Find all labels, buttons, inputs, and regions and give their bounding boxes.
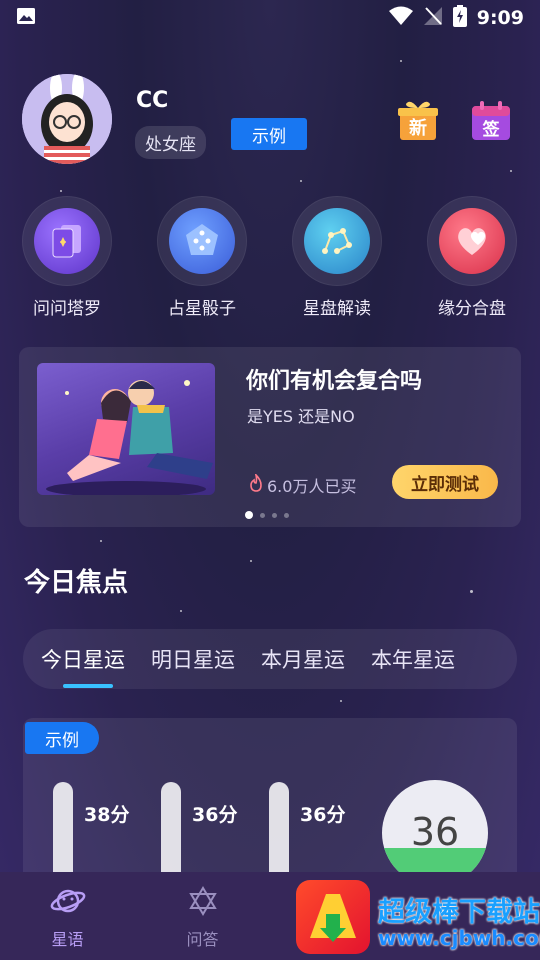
banner-title: 你们有机会复合吗 — [246, 369, 423, 394]
tab-month[interactable]: 本月星运 — [261, 644, 345, 674]
heart-icon — [439, 208, 505, 274]
avatar[interactable] — [22, 74, 112, 164]
image-notification-icon — [16, 6, 36, 30]
zodiac-sign-badge: 处女座 — [135, 126, 206, 159]
watermark-text: 超级棒下载站 — [378, 897, 540, 928]
planet-icon — [50, 886, 86, 920]
test-now-button[interactable]: 立即测试 — [392, 465, 498, 499]
watermark-url: www.cjbwh.com — [378, 926, 540, 950]
feature-dice[interactable]: 占星骰子 — [147, 196, 257, 319]
no-signal-icon — [423, 6, 443, 30]
feature-shortcuts: 问问塔罗 占星骰子 星盘解读 缘分合盘 — [0, 196, 540, 322]
nav-label: 星语 — [51, 930, 84, 949]
carousel-indicator — [245, 511, 289, 519]
svg-text:签: 签 — [482, 119, 501, 140]
overall-score-gauge: 36 — [382, 780, 488, 886]
carousel-dot[interactable] — [272, 512, 277, 518]
overall-score: 36 — [410, 810, 460, 854]
couple-illustration — [37, 363, 215, 495]
watermark-logo-icon — [296, 880, 370, 954]
user-name: CC — [136, 88, 169, 113]
nav-item-xingyu[interactable]: 星语 — [0, 872, 135, 960]
score-label: 38分 — [84, 804, 130, 826]
feature-natal-chart[interactable]: 星盘解读 — [282, 196, 392, 319]
purchase-count: 6.0万人已买 — [249, 472, 357, 497]
section-title: 今日焦点 — [24, 568, 129, 598]
promo-banner[interactable]: 你们有机会复合吗 是YES 还是NO 6.0万人已买 立即测试 — [19, 347, 521, 527]
example-button[interactable]: 示例 — [231, 118, 307, 150]
nav-label: 问答 — [186, 930, 219, 949]
star-of-david-icon — [188, 886, 218, 920]
status-bar: 9:09 — [0, 0, 540, 36]
wifi-icon — [388, 6, 413, 30]
banner-subtitle: 是YES 还是NO — [247, 407, 355, 426]
example-badge: 示例 — [25, 722, 99, 754]
feature-label: 星盘解读 — [303, 299, 371, 319]
new-gift-icon[interactable]: 新 — [396, 98, 440, 142]
score-label: 36分 — [300, 804, 346, 826]
clock: 9:09 — [476, 7, 524, 29]
fortune-tabs: 今日星运 明日星运 本月星运 本年星运 — [23, 629, 517, 689]
profile-header: CC 处女座 示例 新 签 — [22, 74, 522, 166]
watermark: 超级棒下载站 www.cjbwh.com — [296, 880, 540, 960]
feature-label: 缘分合盘 — [438, 299, 506, 319]
dice-icon — [169, 208, 235, 274]
carousel-dot[interactable] — [284, 512, 289, 518]
carousel-dot[interactable] — [245, 511, 253, 519]
tab-today[interactable]: 今日星运 — [41, 644, 125, 688]
sign-in-calendar-icon[interactable]: 签 — [470, 100, 512, 142]
feature-synastry[interactable]: 缘分合盘 — [417, 196, 527, 319]
battery-charging-icon — [452, 5, 467, 31]
nav-item-wenda[interactable]: 问答 — [135, 872, 270, 960]
svg-text:新: 新 — [409, 117, 427, 139]
constellation-icon — [304, 208, 370, 274]
score-label: 36分 — [192, 804, 238, 826]
tab-tomorrow[interactable]: 明日星运 — [151, 644, 235, 674]
feature-label: 问问塔罗 — [33, 299, 101, 319]
fire-icon — [249, 472, 263, 496]
feature-tarot[interactable]: 问问塔罗 — [12, 196, 122, 319]
feature-label: 占星骰子 — [168, 299, 236, 319]
tarot-icon — [34, 208, 100, 274]
carousel-dot[interactable] — [260, 512, 265, 518]
purchase-count-text: 6.0万人已买 — [267, 477, 357, 496]
tab-year[interactable]: 本年星运 — [371, 644, 455, 674]
